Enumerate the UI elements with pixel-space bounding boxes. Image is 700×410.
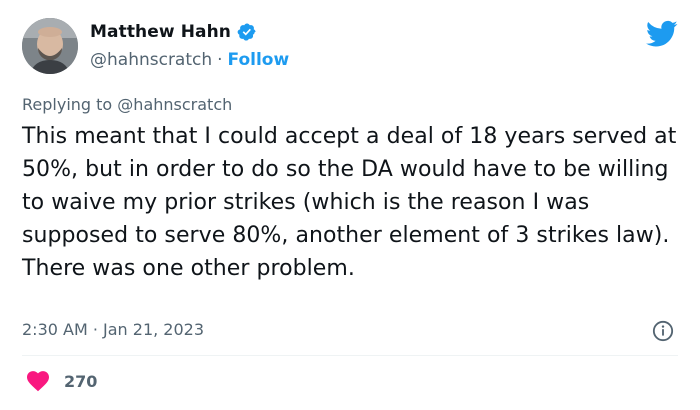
author-name-row: Matthew Hahn <box>90 22 257 42</box>
tweet-timestamp[interactable]: 2:30 AM · Jan 21, 2023 <box>22 320 204 339</box>
replying-to: Replying to @hahnscratch <box>22 95 232 114</box>
twitter-bird-icon[interactable] <box>646 20 678 48</box>
author-name[interactable]: Matthew Hahn <box>90 22 231 42</box>
follow-button[interactable]: Follow <box>228 50 290 70</box>
info-icon[interactable] <box>652 320 674 342</box>
separator-dot: · <box>217 50 223 70</box>
divider <box>22 355 678 356</box>
likes-count: 270 <box>64 371 98 391</box>
replying-to-handle[interactable]: @hahnscratch <box>117 95 232 114</box>
tweet-text: This meant that I could accept a deal of… <box>22 124 677 281</box>
verified-badge-icon <box>237 22 257 42</box>
tweet-card: Matthew Hahn @hahnscratch · Follow Reply… <box>0 0 700 410</box>
like-button[interactable]: 270 <box>26 370 97 392</box>
replying-to-prefix: Replying to <box>22 95 118 114</box>
author-handle[interactable]: @hahnscratch <box>90 50 212 70</box>
heart-icon <box>26 370 50 392</box>
avatar[interactable] <box>22 18 78 74</box>
handle-row: @hahnscratch · Follow <box>90 50 289 70</box>
